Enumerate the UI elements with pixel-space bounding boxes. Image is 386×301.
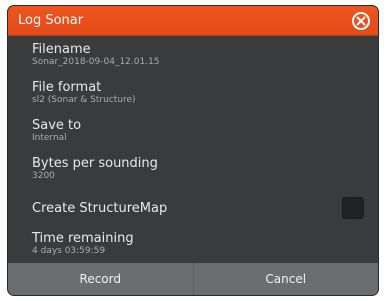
log-sonar-dialog: Log Sonar Filename Sonar_2018-09-04_12.0… [8, 6, 378, 295]
filename-field[interactable]: Filename Sonar_2018-09-04_12.01.15 [32, 42, 160, 68]
save-to-label: Save to [32, 118, 82, 133]
create-structuremap-checkbox[interactable] [342, 197, 364, 219]
close-icon [356, 16, 366, 25]
close-button[interactable] [352, 11, 370, 30]
create-structuremap-field[interactable]: Create StructureMap [32, 201, 167, 216]
time-remaining-field: Time remaining 4 days 03:59:59 [32, 231, 134, 257]
file-format-value: sl2 (Sonar & Structure) [32, 95, 136, 105]
time-remaining-label: Time remaining [32, 231, 134, 246]
file-format-field[interactable]: File format sl2 (Sonar & Structure) [32, 80, 136, 106]
record-button[interactable]: Record [8, 263, 193, 295]
create-structuremap-label: Create StructureMap [32, 201, 168, 216]
button-bar: Record Cancel [8, 263, 378, 295]
dialog-titlebar: Log Sonar [8, 6, 378, 36]
save-to-value: Internal [32, 133, 67, 143]
cancel-button[interactable]: Cancel [192, 263, 379, 295]
bytes-per-sounding-label: Bytes per sounding [32, 156, 158, 171]
save-to-field[interactable]: Save to Internal [32, 118, 81, 144]
bytes-per-sounding-field[interactable]: Bytes per sounding 3200 [32, 156, 158, 182]
dialog-title: Log Sonar [18, 13, 84, 28]
filename-label: Filename [32, 42, 91, 57]
time-remaining-value: 4 days 03:59:59 [32, 246, 106, 256]
file-format-label: File format [32, 80, 102, 95]
bytes-per-sounding-value: 3200 [32, 171, 55, 181]
filename-value: Sonar_2018-09-04_12.01.15 [32, 57, 160, 67]
